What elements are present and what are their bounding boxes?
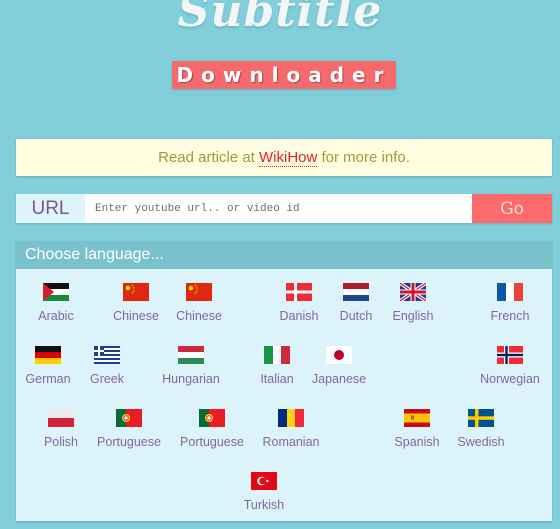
language-panel-heading: Choose language...	[16, 241, 552, 269]
language-label: Portuguese	[180, 435, 244, 449]
flag-turkey-icon	[251, 472, 277, 490]
notice-suffix: for more info.	[317, 149, 410, 166]
language-hungarian[interactable]: Hungarian	[151, 346, 231, 386]
flag-france-icon	[497, 283, 523, 301]
flag-norway-icon	[497, 346, 523, 364]
info-notice: Read article at WikiHow for more info.	[16, 139, 552, 176]
language-japanese[interactable]: Japanese	[299, 346, 379, 386]
flag-romania-icon	[278, 409, 304, 427]
language-label: English	[392, 309, 434, 323]
language-swedish[interactable]: Swedish	[441, 409, 521, 449]
language-greek[interactable]: Greek	[67, 346, 147, 386]
flag-portugal-icon	[199, 409, 225, 427]
language-label: French	[490, 309, 530, 323]
language-label: Arabic	[38, 309, 74, 323]
url-label: URL	[16, 194, 85, 223]
language-english[interactable]: English	[373, 283, 453, 323]
go-button[interactable]: Go	[472, 194, 552, 223]
language-romanian[interactable]: Romanian	[251, 409, 331, 449]
language-panel: Choose language... Arabic Chinese Chines…	[16, 241, 552, 521]
language-chinese[interactable]: Chinese	[159, 283, 239, 323]
language-turkish[interactable]: Turkish	[224, 472, 304, 512]
language-label: Hungarian	[162, 372, 220, 386]
notice-prefix: Read article at	[158, 149, 259, 166]
flag-portugal-icon	[116, 409, 142, 427]
flag-poland-icon	[48, 409, 74, 427]
language-norwegian[interactable]: Norwegian	[470, 346, 550, 386]
flag-germany-icon	[35, 346, 61, 364]
url-input[interactable]	[85, 194, 472, 223]
flag-spain-icon	[404, 409, 430, 427]
language-label: Turkish	[243, 498, 285, 512]
flag-italy-icon	[264, 346, 290, 364]
language-arabic[interactable]: Arabic	[16, 283, 96, 323]
wikihow-link[interactable]: WikiHow	[259, 149, 318, 167]
flag-denmark-icon	[286, 283, 312, 301]
language-label: Greek	[89, 372, 125, 386]
language-portuguese[interactable]: Portuguese	[172, 409, 252, 449]
language-label: Chinese	[176, 309, 222, 323]
language-label: Swedish	[457, 435, 505, 449]
language-label: Norwegian	[480, 372, 540, 386]
flag-japan-icon	[326, 346, 352, 364]
language-label: Romanian	[262, 435, 320, 449]
flag-china-icon	[123, 283, 149, 301]
language-portuguese[interactable]: Portuguese	[89, 409, 169, 449]
logo-title: Subtitle	[177, 0, 383, 37]
language-french[interactable]: French	[470, 283, 550, 323]
flag-netherlands-icon	[343, 283, 369, 301]
flag-china-icon	[186, 283, 212, 301]
flag-palestine-icon	[43, 283, 69, 301]
flag-uk-icon	[400, 283, 426, 301]
url-bar: URL Go	[16, 194, 552, 223]
flag-hungary-icon	[178, 346, 204, 364]
logo-badge: Downloader	[172, 61, 396, 89]
flag-sweden-icon	[468, 409, 494, 427]
flag-greece-icon	[94, 346, 120, 364]
language-label: Japanese	[311, 372, 367, 386]
language-label: Portuguese	[97, 435, 161, 449]
